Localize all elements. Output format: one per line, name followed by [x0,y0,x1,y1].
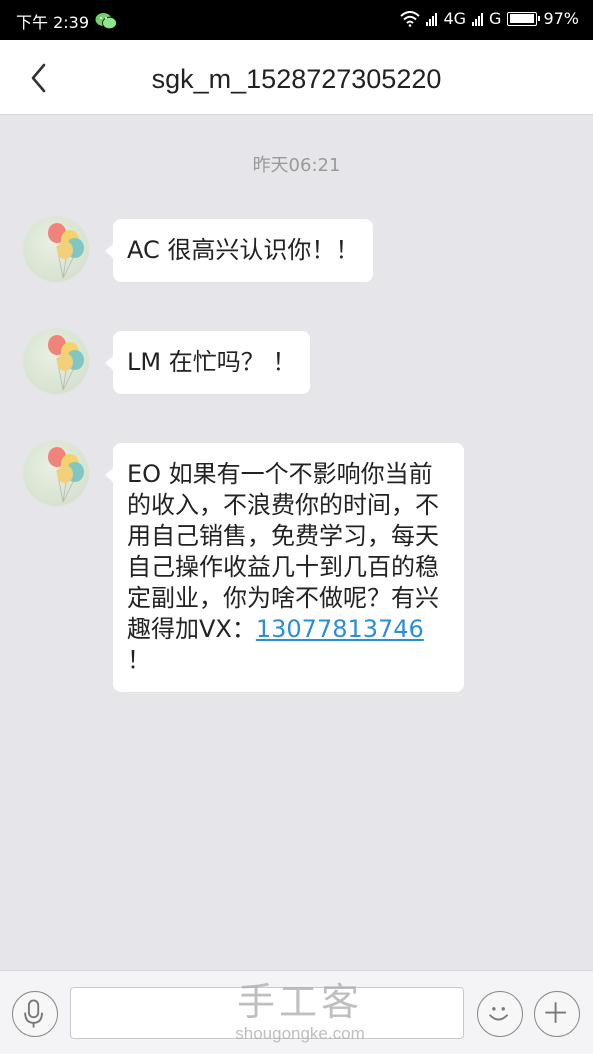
message-bubble[interactable]: LM 在忙吗？ ！ [104,331,311,394]
plus-icon [545,1002,566,1023]
balloons-icon [48,447,84,503]
avatar[interactable] [23,328,89,394]
message-row: EO 如果有一个不影响你当前的收入，不浪费你的时间，不用自己销售，免费学习，每天… [23,440,464,692]
status-time: 下午 2:39 [16,13,90,32]
status-bar: 下午 2:39 4G G 97% [0,0,593,40]
network-type-2: G [489,9,502,28]
balloons-icon [48,223,84,279]
emoji-icon [489,1007,508,1021]
avatar[interactable] [23,440,89,506]
message-timestamp: 昨天06:21 [252,155,341,176]
emoji-button[interactable] [477,991,523,1037]
message-bubble[interactable]: AC 很高兴认识你！！ [104,219,374,282]
battery-percent: 97% [543,9,579,28]
nav-bar: sgk_m_1528727305220 [0,40,593,115]
wechat-icon [95,13,117,30]
voice-button[interactable] [12,991,58,1037]
network-type-1: 4G [443,9,467,28]
battery-icon [507,11,541,26]
message-row: AC 很高兴认识你！！ [23,216,374,282]
wifi-icon [400,10,421,27]
signal-icon-2 [472,12,484,26]
message-input[interactable] [70,987,464,1039]
signal-icon [426,12,438,26]
phone-number-link[interactable]: 13077813746 [256,615,424,643]
more-button[interactable] [534,991,580,1037]
microphone-icon [24,999,43,1028]
message-suffix: ！ [127,646,151,674]
input-bar [0,970,593,1054]
conversation-title: sgk_m_1528727305220 [151,64,442,94]
message-row: LM 在忙吗？ ！ [23,328,311,394]
avatar[interactable] [23,216,89,282]
message-bubble: EO 如果有一个不影响你当前的收入，不浪费你的时间，不用自己销售，免费学习，每天… [105,443,464,692]
balloons-icon [48,335,84,391]
